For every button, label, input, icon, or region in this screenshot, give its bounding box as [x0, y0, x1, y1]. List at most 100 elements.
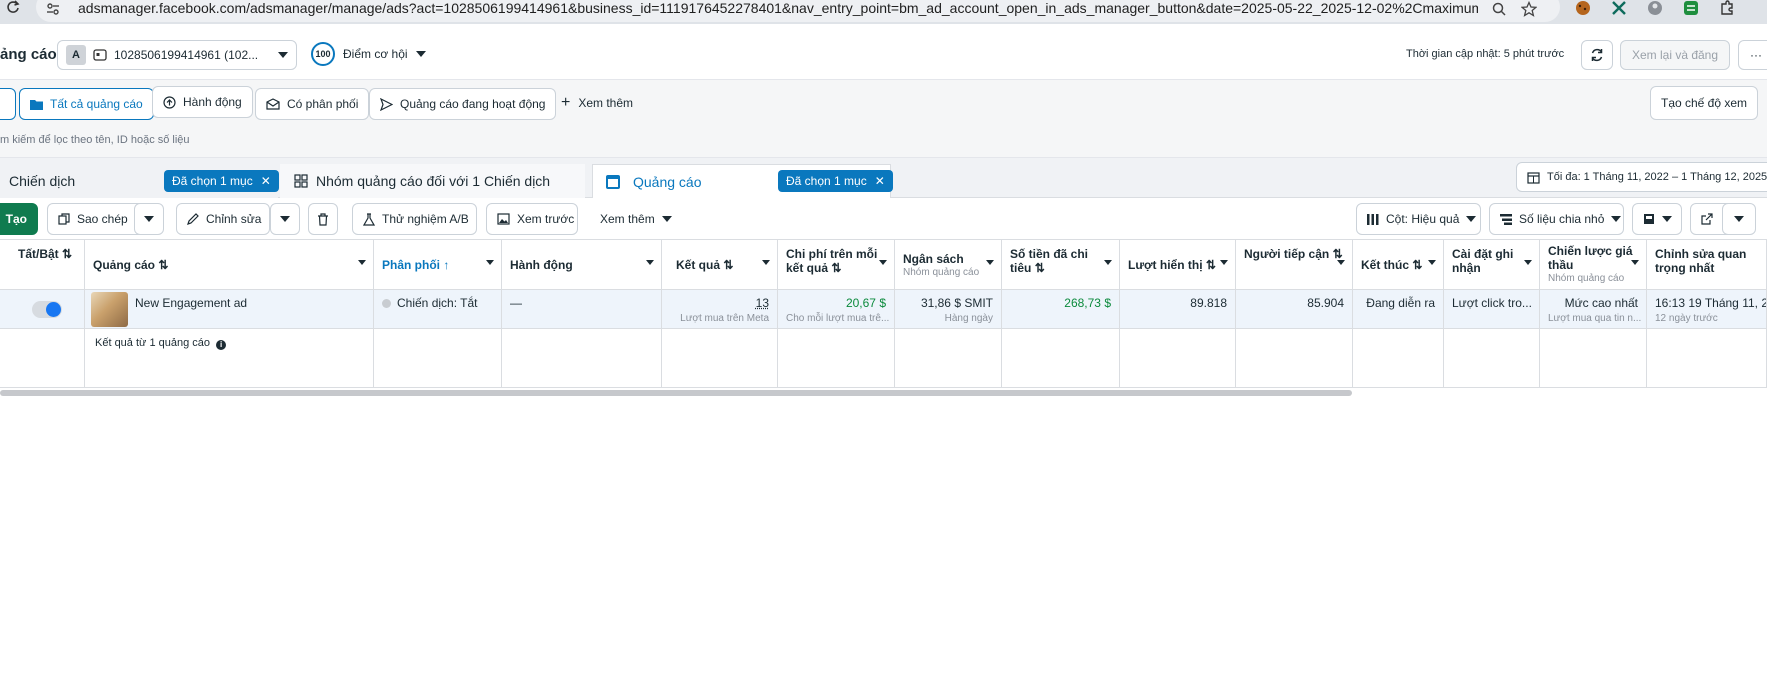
- chevron-down-icon[interactable]: [986, 260, 994, 265]
- results-value[interactable]: 13: [756, 296, 769, 310]
- header-cost-per-result[interactable]: Chi phí trên mỗi kết quả ⇅: [778, 240, 895, 290]
- ad-toggle-switch[interactable]: [32, 301, 62, 318]
- chevron-down-icon: [280, 216, 290, 222]
- search-input[interactable]: m kiếm để lọc theo tên, ID hoặc số liệu: [0, 134, 190, 146]
- header-last-edit[interactable]: Chỉnh sửa quan trọng nhất: [1647, 240, 1767, 290]
- campaign-selected-chip[interactable]: Đã chọn 1 mục ✕: [164, 170, 279, 192]
- budget-value[interactable]: 31,86 $ SMIT: [921, 296, 993, 310]
- account-selector[interactable]: A 1028506199414961 (102...: [57, 40, 297, 70]
- external-link-icon: [1701, 213, 1713, 225]
- address-bar[interactable]: adsmanager.facebook.com/adsmanager/manag…: [36, 0, 1560, 22]
- chevron-down-icon[interactable]: [1220, 260, 1228, 265]
- has-delivery-filter[interactable]: Có phân phối: [255, 88, 370, 120]
- breakdown-label: Số liệu chia nhỏ: [1519, 212, 1605, 226]
- refresh-button[interactable]: [1581, 40, 1613, 70]
- footer-cell: [1540, 329, 1647, 388]
- toggle-cell: [10, 290, 85, 329]
- impressions-cell: 89.818: [1120, 290, 1236, 329]
- active-ads-filter[interactable]: Quảng cáo đang hoạt động: [369, 88, 557, 120]
- chevron-down-icon[interactable]: [358, 260, 366, 265]
- review-publish-button[interactable]: Xem lại và đăng: [1620, 40, 1730, 70]
- header-bid-strategy[interactable]: Chiến lược giá thầu Nhóm quảng cáo: [1540, 240, 1647, 290]
- delivery-status-dot: [382, 299, 391, 308]
- header-results-label: Kết quả: [676, 258, 721, 272]
- header-delivery[interactable]: Phân phối ↑: [374, 240, 502, 290]
- chevron-down-icon[interactable]: [1631, 260, 1639, 265]
- footer-cell: [1236, 329, 1353, 388]
- header-amount-spent[interactable]: Số tiền đã chi tiêu ⇅: [1002, 240, 1120, 290]
- bid-strategy-value: Mức cao nhất: [1564, 296, 1638, 310]
- close-icon[interactable]: ✕: [875, 174, 885, 188]
- chevron-down-icon[interactable]: [486, 260, 494, 265]
- see-more-filters[interactable]: + Xem thêm: [561, 95, 633, 111]
- header-actions[interactable]: Hành động: [502, 240, 662, 290]
- tab-adsets[interactable]: Nhóm quảng cáo đối với 1 Chiến dịch: [280, 164, 585, 198]
- footer-cell: [1120, 329, 1236, 388]
- profile-extension-icon[interactable]: [1646, 0, 1664, 16]
- delete-button[interactable]: [308, 203, 338, 235]
- columns-button[interactable]: Cột: Hiệu quả: [1356, 203, 1481, 235]
- chevron-down-icon[interactable]: [1524, 260, 1532, 265]
- header-results[interactable]: Kết quả ⇅: [662, 240, 778, 290]
- tab-campaigns[interactable]: Chiến dịch Đã chọn 1 mục ✕: [0, 164, 279, 198]
- create-button[interactable]: Tạo: [0, 203, 38, 235]
- last-edit-sub: 12 ngày trước: [1655, 313, 1718, 324]
- ab-test-button[interactable]: Thử nghiệm A/B: [352, 203, 477, 235]
- header-toggle-label: Tất/Bật: [18, 247, 59, 261]
- ad-name-cell[interactable]: New Engagement ad: [85, 290, 374, 329]
- duplicate-dropdown[interactable]: [134, 203, 164, 235]
- sheet-extension-icon[interactable]: [1682, 0, 1700, 16]
- reports-button[interactable]: [1632, 203, 1682, 235]
- chevron-down-icon[interactable]: [879, 260, 887, 265]
- info-icon[interactable]: i: [216, 339, 227, 350]
- footer-cell: [374, 329, 502, 388]
- edit-label: Chỉnh sửa: [206, 212, 262, 226]
- header-ends[interactable]: Kết thúc ⇅: [1353, 240, 1444, 290]
- cookie-extension-icon[interactable]: [1574, 0, 1592, 16]
- export-dropdown[interactable]: [1722, 203, 1756, 235]
- ads-selected-chip[interactable]: Đã chọn 1 mục ✕: [778, 170, 893, 192]
- page-title: ảng cáo: [0, 46, 57, 63]
- footer-cell: [778, 329, 895, 388]
- puzzle-extensions-icon[interactable]: [1718, 0, 1736, 16]
- site-settings-icon[interactable]: [44, 2, 62, 16]
- sort-icon: ⇅: [158, 258, 169, 272]
- delivery-cell: Chiến dịch: Tắt: [374, 290, 502, 329]
- date-range-picker[interactable]: Tối đa: 1 Tháng 11, 2022 – 1 Tháng 12, 2…: [1516, 162, 1767, 192]
- create-view-button[interactable]: Tạo chế độ xem: [1650, 86, 1758, 120]
- header-ad-name[interactable]: Quảng cáo ⇅: [85, 240, 374, 290]
- header-toggle[interactable]: Tất/Bật ⇅: [10, 240, 85, 290]
- header-budget[interactable]: Ngân sách Nhóm quảng cáo: [895, 240, 1002, 290]
- cost-per-result-cell: 20,67 $ Cho mỗi lượt mua trê...: [778, 290, 895, 329]
- bookmark-star-icon[interactable]: [1520, 0, 1538, 18]
- header-impressions[interactable]: Lượt hiển thị ⇅: [1120, 240, 1236, 290]
- upload-circle-icon: [163, 95, 176, 109]
- close-icon[interactable]: ✕: [261, 174, 271, 188]
- preview-button[interactable]: Xem trước: [486, 203, 578, 235]
- header-reach[interactable]: Người tiếp cận ⇅: [1236, 240, 1353, 290]
- edit-button[interactable]: Chỉnh sửa: [176, 203, 270, 235]
- chevron-down-icon[interactable]: [1337, 260, 1345, 265]
- has-delivery-label: Có phân phối: [287, 97, 359, 111]
- search-bar[interactable]: m kiếm để lọc theo tên, ID hoặc số liệu: [0, 128, 1767, 158]
- ad-name[interactable]: New Engagement ad: [135, 296, 247, 310]
- extension-icon[interactable]: [1610, 0, 1628, 16]
- actions-filter[interactable]: Hành động: [152, 86, 253, 118]
- zoom-icon[interactable]: [1490, 0, 1508, 18]
- chevron-down-icon[interactable]: [646, 260, 654, 265]
- header-attribution[interactable]: Cài đặt ghi nhận: [1444, 240, 1540, 290]
- edit-dropdown[interactable]: [270, 203, 300, 235]
- opportunity-score[interactable]: 100 Điểm cơ hội: [311, 42, 426, 66]
- horizontal-scrollbar[interactable]: [0, 390, 1352, 396]
- tab-ads[interactable]: Quảng cáo Đã chọn 1 mục ✕: [592, 164, 893, 198]
- chevron-down-icon[interactable]: [762, 260, 770, 265]
- more-options-button[interactable]: ···: [1738, 40, 1767, 70]
- breakdown-button[interactable]: Số liệu chia nhỏ: [1489, 203, 1624, 235]
- chevron-down-icon[interactable]: [1428, 260, 1436, 265]
- ads-manager-header: ảng cáo A 1028506199414961 (102... 100 Đ…: [0, 28, 1767, 80]
- filter-overflow-button[interactable]: [0, 88, 16, 120]
- toolbar-see-more[interactable]: Xem thêm: [590, 203, 674, 235]
- chevron-down-icon[interactable]: [1104, 260, 1112, 265]
- reload-icon[interactable]: [4, 0, 22, 16]
- all-ads-filter[interactable]: Tất cả quảng cáo: [19, 88, 154, 120]
